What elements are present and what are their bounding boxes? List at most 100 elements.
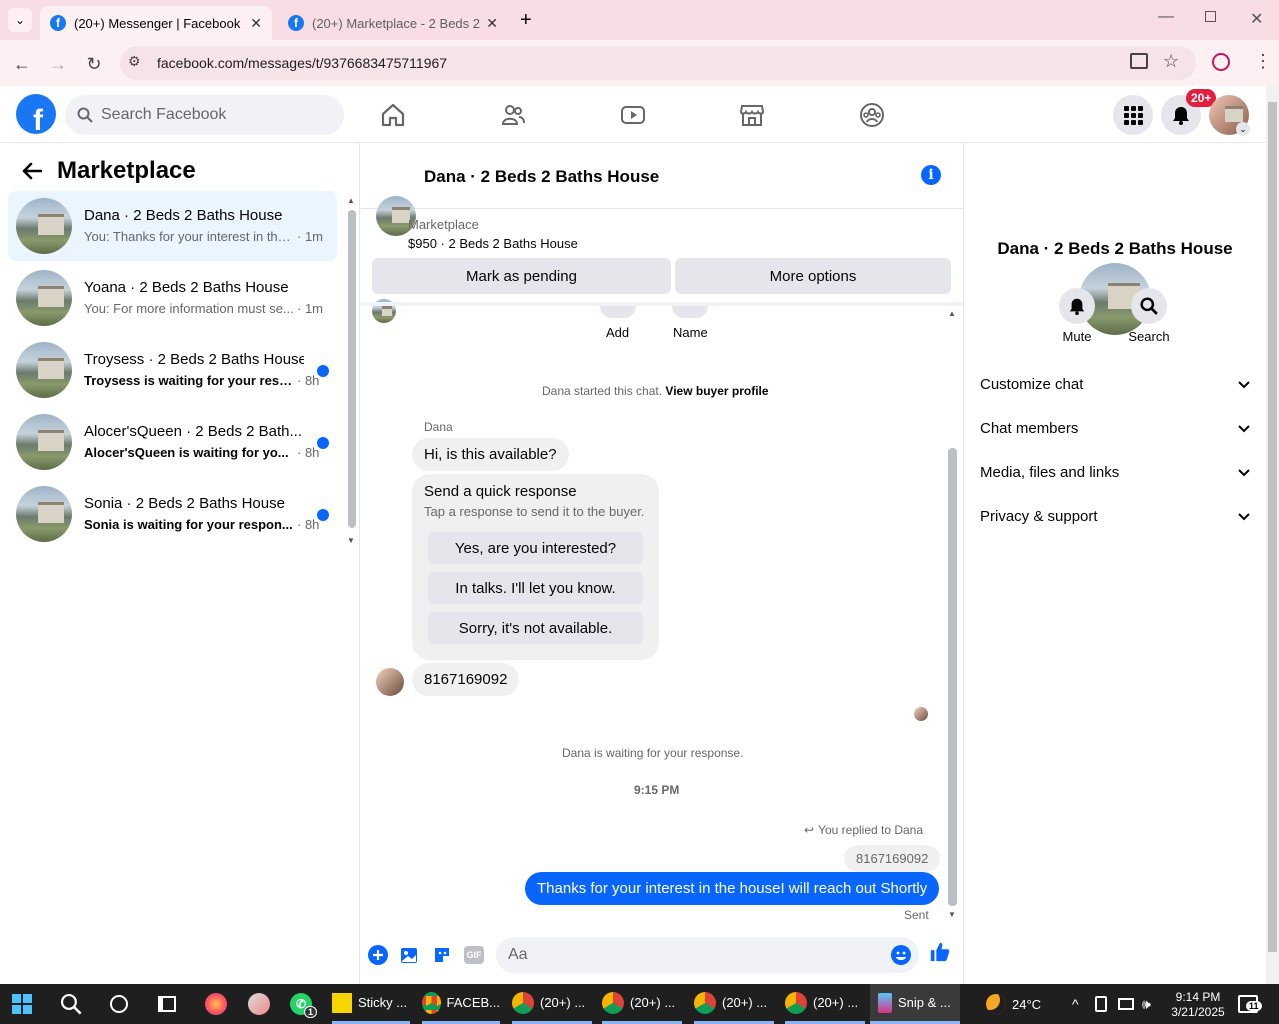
emoji-icon[interactable] xyxy=(890,944,912,966)
network-icon[interactable] xyxy=(1118,984,1134,1024)
received-message[interactable]: 8167169092 xyxy=(412,663,520,696)
conversation-item[interactable]: Alocer'sQueen · 2 Beds 2 Bath... Alocer'… xyxy=(8,407,337,477)
site-info-icon[interactable]: ⚙ xyxy=(128,53,141,70)
browser-menu-icon[interactable]: ⋮ xyxy=(1254,51,1272,72)
weather-widget[interactable]: 24°C xyxy=(986,984,1041,1024)
view-buyer-profile-link[interactable]: View buyer profile xyxy=(665,384,768,398)
attach-photo-icon[interactable] xyxy=(399,944,421,966)
close-tab-icon[interactable]: ✕ xyxy=(250,15,262,32)
taskbar-chrome-window[interactable]: (20+) ... xyxy=(602,984,682,1024)
video-nav-icon[interactable] xyxy=(615,97,651,133)
account-chevron-icon[interactable]: ⌄ xyxy=(1236,122,1250,136)
details-title: Dana · 2 Beds 2 Baths House xyxy=(997,239,1233,258)
close-window-icon[interactable]: ✕ xyxy=(1250,9,1263,29)
message-input[interactable]: Aa xyxy=(496,937,919,973)
conversation-list-scrollbar[interactable] xyxy=(348,210,356,528)
sender-avatar[interactable] xyxy=(376,668,404,696)
conversation-item[interactable]: Troysess · 2 Beds 2 Baths House Troysess… xyxy=(8,335,337,405)
taskbar-sticky-notes[interactable]: Sticky ... xyxy=(332,984,410,1024)
taskbar-search-icon[interactable] xyxy=(60,984,82,1024)
chevron-down-icon xyxy=(1238,376,1250,393)
scroll-up-arrow-icon[interactable]: ▲ xyxy=(347,196,355,205)
sticky-notes-icon xyxy=(332,992,352,1013)
quick-response-button[interactable]: In talks. I'll let you know. xyxy=(428,572,643,604)
search-in-conversation-button[interactable] xyxy=(1131,288,1167,324)
name-button-icon[interactable] xyxy=(672,306,708,318)
marketplace-nav-icon[interactable] xyxy=(734,97,770,133)
chat-title[interactable]: Dana · 2 Beds 2 Baths House xyxy=(424,167,659,187)
bookmark-star-icon[interactable]: ☆ xyxy=(1163,51,1179,72)
chat-members-section[interactable]: Chat members xyxy=(980,420,1250,437)
forward-icon[interactable]: → xyxy=(44,50,72,78)
sender-name: Dana xyxy=(424,420,453,434)
whatsapp-icon[interactable]: ✆ 1 xyxy=(290,984,318,1024)
mute-button[interactable] xyxy=(1059,288,1095,324)
notification-center-icon[interactable]: 11 xyxy=(1238,984,1262,1024)
quick-response-button[interactable]: Sorry, it's not available. xyxy=(428,612,643,644)
taskbar-chrome-window[interactable]: FACEB... xyxy=(422,984,500,1024)
search-icon xyxy=(77,107,93,123)
page-scrollbar-thumb[interactable] xyxy=(1268,102,1277,952)
taskbar-chrome-window[interactable]: (20+) ... xyxy=(512,984,592,1024)
tab-marketplace[interactable]: f (20+) Marketplace - 2 Beds 2 Baths ✕ xyxy=(278,6,508,40)
chat-scrollbar[interactable] xyxy=(948,448,957,906)
conversation-item[interactable]: Dana · 2 Beds 2 Baths House You: Thanks … xyxy=(8,191,337,261)
conversation-avatar xyxy=(16,198,72,254)
chat-scroll-up-icon[interactable]: ▲ xyxy=(948,309,956,318)
sticker-icon[interactable] xyxy=(431,944,453,966)
page-scrollbar[interactable] xyxy=(1266,86,1279,984)
groups-nav-icon[interactable] xyxy=(854,97,890,133)
taskbar-chrome-window[interactable]: (20+) ... xyxy=(694,984,774,1024)
sent-message[interactable]: Thanks for your interest in the houseI w… xyxy=(525,872,940,905)
menu-grid-icon[interactable] xyxy=(1113,95,1153,135)
profile-icon[interactable] xyxy=(1212,53,1230,71)
new-tab-icon[interactable]: + xyxy=(520,9,532,32)
taskbar-snip-sketch[interactable]: Snip & ... xyxy=(870,984,960,1024)
task-view-icon[interactable] xyxy=(158,984,176,1024)
volume-icon[interactable]: 🕪 xyxy=(1142,984,1151,1024)
home-nav-icon[interactable] xyxy=(375,97,411,133)
mark-as-pending-button[interactable]: Mark as pending xyxy=(372,258,671,294)
tab-messenger[interactable]: f (20+) Messenger | Facebook ✕ xyxy=(40,6,272,40)
listing-text[interactable]: $950 · 2 Beds 2 Baths House xyxy=(408,236,578,251)
scroll-down-arrow-icon[interactable]: ▼ xyxy=(347,536,355,545)
received-message[interactable]: Hi, is this available? xyxy=(412,438,569,471)
chat-scroll-down-icon[interactable]: ▼ xyxy=(948,910,956,919)
start-button[interactable] xyxy=(12,984,32,1024)
conversation-item[interactable]: Yoana · 2 Beds 2 Baths House You: For mo… xyxy=(8,263,337,333)
quick-response-button[interactable]: Yes, are you interested? xyxy=(428,532,643,564)
url-text[interactable]: facebook.com/messages/t/9376683475711967 xyxy=(157,55,447,71)
thumbs-up-like-icon[interactable] xyxy=(929,941,951,963)
clock[interactable]: 9:14 PM 3/21/2025 xyxy=(1166,984,1230,1024)
firefox-icon[interactable] xyxy=(205,984,227,1024)
add-button-icon[interactable] xyxy=(600,306,636,318)
gif-icon[interactable]: GIF xyxy=(463,944,485,966)
friends-nav-icon[interactable] xyxy=(495,97,531,133)
facebook-logo-icon[interactable]: f xyxy=(16,94,56,134)
restore-window-icon[interactable] xyxy=(1205,11,1216,22)
conversation-info-icon[interactable]: i xyxy=(921,165,941,185)
install-app-icon[interactable] xyxy=(1130,53,1148,69)
more-options-button[interactable]: More options xyxy=(675,258,951,294)
app-icon[interactable] xyxy=(248,984,270,1024)
tab-list-dropdown-icon[interactable]: ⌄ xyxy=(8,8,32,32)
media-files-links-section[interactable]: Media, files and links xyxy=(980,464,1250,481)
minimize-window-icon[interactable]: — xyxy=(1158,8,1174,26)
plus-actions-icon[interactable] xyxy=(367,944,389,966)
close-tab-icon[interactable]: ✕ xyxy=(486,15,498,32)
listing-bar-divider xyxy=(361,302,963,306)
quoted-message[interactable]: 8167169092 xyxy=(844,845,941,872)
quick-response-subtitle: Tap a response to send it to the buyer. xyxy=(424,504,645,519)
back-icon[interactable]: ← xyxy=(8,50,36,78)
cortana-icon[interactable] xyxy=(110,984,128,1024)
windows-taskbar: ✆ 1 Sticky ... FACEB... (20+) ... (20+) .… xyxy=(0,984,1279,1024)
back-arrow-icon[interactable] xyxy=(22,160,43,186)
reload-icon[interactable]: ↻ xyxy=(80,50,108,78)
privacy-support-section[interactable]: Privacy & support xyxy=(980,508,1250,525)
customize-chat-section[interactable]: Customize chat xyxy=(980,376,1250,393)
device-icon[interactable] xyxy=(1095,984,1107,1024)
show-hidden-icons-chevron-icon[interactable]: ^ xyxy=(1072,984,1079,1024)
conversation-item[interactable]: Sonia · 2 Beds 2 Baths House Sonia is wa… xyxy=(8,479,337,549)
search-facebook-input[interactable]: Search Facebook xyxy=(65,95,344,135)
taskbar-chrome-window[interactable]: (20+) ... xyxy=(785,984,865,1024)
